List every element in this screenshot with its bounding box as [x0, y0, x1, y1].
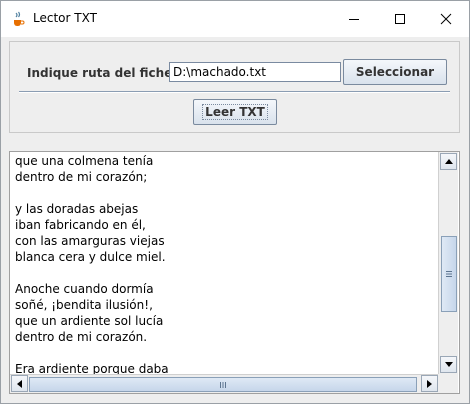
text-line: Anoche cuando dormía [15, 282, 154, 296]
arrow-down-icon [444, 361, 453, 367]
text-line: blanca cera y dulce miel. [15, 250, 166, 264]
title-bar[interactable]: Lector TXT [1, 1, 469, 37]
scroll-right-button[interactable] [421, 375, 438, 392]
text-content[interactable]: que una colmena tenía dentro de mi corazó… [15, 153, 435, 375]
read-txt-button[interactable]: Leer TXT [193, 99, 277, 125]
text-line: con las amarguras viejas [15, 234, 165, 248]
text-line: que una colmena tenía [15, 154, 154, 168]
path-input[interactable] [169, 62, 341, 82]
select-button[interactable]: Seleccionar [343, 59, 447, 85]
window-title: Lector TXT [33, 11, 97, 25]
text-line: iban fabricando en él, [15, 218, 146, 232]
grip-icon [446, 271, 452, 277]
text-line [15, 265, 435, 281]
horizontal-scroll-thumb[interactable] [29, 377, 417, 392]
scroll-down-button[interactable] [440, 356, 457, 373]
close-icon [440, 13, 452, 25]
text-line: y las doradas abejas [15, 202, 139, 216]
maximize-icon [395, 14, 405, 24]
text-line [15, 345, 435, 361]
text-area[interactable]: que una colmena tenía dentro de mi corazó… [9, 151, 460, 394]
text-line: Era ardiente porque daba [15, 362, 169, 375]
arrow-right-icon [426, 379, 432, 388]
text-line: que un ardiente sol lucía [15, 314, 164, 328]
scroll-up-button[interactable] [440, 153, 457, 170]
text-line: dentro de mi corazón. [15, 330, 148, 344]
text-line: soñé, ¡bendita ilusión!, [15, 298, 153, 312]
scroll-left-button[interactable] [11, 375, 28, 392]
file-panel: Indique ruta del fichero: Seleccionar Le… [9, 41, 460, 133]
horizontal-scrollbar[interactable] [10, 374, 438, 393]
close-button[interactable] [423, 1, 469, 37]
separator [19, 91, 450, 93]
minimize-icon [349, 19, 359, 20]
vertical-scrollbar[interactable] [438, 152, 458, 374]
java-cup-icon [11, 11, 25, 27]
app-window: Lector TXT Indique ruta del fichero: Sel… [0, 0, 470, 404]
arrow-left-icon [16, 379, 22, 388]
read-txt-label: Leer TXT [202, 104, 268, 120]
text-line [15, 185, 435, 201]
grip-icon [220, 381, 226, 388]
text-line: dentro de mi corazón; [15, 170, 148, 184]
scroll-corner [438, 374, 458, 393]
path-label: Indique ruta del fichero: [27, 66, 192, 80]
minimize-button[interactable] [331, 1, 377, 37]
arrow-up-icon [444, 158, 453, 164]
vertical-scroll-thumb[interactable] [441, 236, 457, 312]
maximize-button[interactable] [377, 1, 423, 37]
